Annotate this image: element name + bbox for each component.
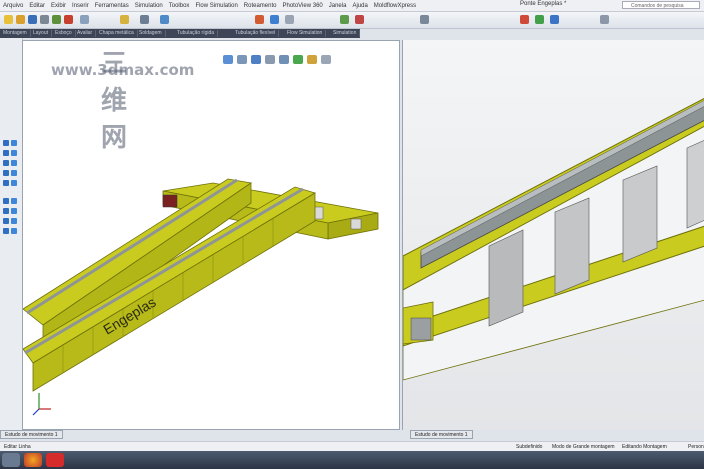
tab-esboco[interactable]: Esboço — [52, 30, 76, 37]
new-icon[interactable] — [4, 15, 13, 24]
tree-item-icon[interactable] — [11, 180, 17, 186]
sketch-icon[interactable] — [255, 15, 264, 24]
tree-item-icon[interactable] — [3, 140, 9, 146]
menu-janela[interactable]: Janela — [326, 3, 350, 9]
search-placeholder: Comandos de pesquisa — [631, 3, 684, 9]
tree-item-icon[interactable] — [3, 180, 9, 186]
search-input[interactable]: Comandos de pesquisa — [622, 1, 700, 9]
menu-bar: Arquivo Editar Exibir Inserir Ferramenta… — [0, 0, 704, 12]
crane-model-iso: Engeplas — [23, 178, 379, 416]
wheel-bracket — [350, 218, 362, 230]
tab-layout[interactable]: Layout — [30, 30, 53, 37]
menu-exibir[interactable]: Exibir — [48, 3, 69, 9]
move-icon[interactable] — [160, 15, 169, 24]
diaphragm — [488, 229, 524, 327]
tab-tubulacao-rigida[interactable]: Tubulação rígida — [174, 30, 219, 37]
options-icon[interactable] — [80, 15, 89, 24]
zoom-icon[interactable] — [420, 15, 429, 24]
motor-block — [162, 194, 178, 208]
diaphragm — [686, 140, 704, 229]
save-icon[interactable] — [28, 15, 37, 24]
tab-chapa-metalica[interactable]: Chapa metálica — [96, 30, 138, 37]
tree-item-icon[interactable] — [3, 150, 9, 156]
tree-item-icon[interactable] — [3, 228, 9, 234]
solidworks-icon[interactable] — [46, 453, 64, 467]
tree-item-icon[interactable] — [11, 150, 17, 156]
measure-icon[interactable] — [340, 15, 349, 24]
mate-icon[interactable] — [140, 15, 149, 24]
right-viewport[interactable] — [402, 40, 704, 430]
tree-item-icon[interactable] — [11, 218, 17, 224]
tab-avaliar[interactable]: Avaliar — [74, 30, 97, 37]
menu-moldflow[interactable]: MoldflowXpress — [371, 3, 419, 9]
tree-item-icon[interactable] — [11, 208, 17, 214]
print-icon[interactable] — [40, 15, 49, 24]
motion-study-tab-right[interactable]: Estudo de movimento 1 — [410, 430, 473, 439]
diaphragm — [554, 197, 590, 295]
command-toolbar — [0, 12, 704, 29]
rail — [24, 187, 304, 355]
tab-montagem[interactable]: Montagem — [0, 30, 31, 37]
tree-item-icon[interactable] — [3, 218, 9, 224]
command-tabs: Montagem Layout Esboço Avaliar Chapa met… — [0, 29, 361, 38]
tree-item-icon[interactable] — [11, 198, 17, 204]
girder-top — [23, 186, 316, 364]
menu-arquivo[interactable]: Arquivo — [0, 3, 26, 9]
section-icon[interactable] — [520, 15, 529, 24]
rebuild-icon[interactable] — [64, 15, 73, 24]
tree-item-icon[interactable] — [3, 198, 9, 204]
diaphragm — [622, 165, 658, 263]
appearance-icon[interactable] — [535, 15, 544, 24]
menu-editar[interactable]: Editar — [26, 3, 48, 9]
tree-item-icon[interactable] — [11, 228, 17, 234]
menu-flow-simulation[interactable]: Flow Simulation — [192, 3, 240, 9]
menu-photoview[interactable]: PhotoView 360 — [279, 3, 325, 9]
render-icon[interactable] — [355, 15, 364, 24]
window-title: Ponte Engeplas * — [520, 1, 567, 7]
left-viewport[interactable]: 三维网 www.3dmax.com Engeplas — [22, 40, 400, 430]
open-icon[interactable] — [16, 15, 25, 24]
scene-icon[interactable] — [550, 15, 559, 24]
tree-item-icon[interactable] — [3, 160, 9, 166]
firefox-icon[interactable] — [24, 453, 42, 467]
feature-manager-panel — [0, 38, 23, 430]
component-icon[interactable] — [120, 15, 129, 24]
menu-toolbox[interactable]: Toolbox — [166, 3, 193, 9]
help-icon[interactable] — [600, 15, 609, 24]
bracket — [410, 317, 432, 341]
view-icon[interactable] — [270, 15, 279, 24]
menu-inserir[interactable]: Inserir — [69, 3, 92, 9]
tab-soldagem[interactable]: Soldagem — [136, 30, 166, 37]
taskbar — [0, 451, 704, 469]
undo-icon[interactable] — [52, 15, 61, 24]
crane-model-detail — [403, 97, 704, 381]
tab-simulation[interactable]: Simulation — [330, 30, 361, 37]
motion-study-tab-left[interactable]: Estudo de movimento 1 — [0, 430, 63, 439]
tab-tubulacao-flexivel[interactable]: Tubulação flexível — [232, 30, 280, 37]
menu-ferramentas[interactable]: Ferramentas — [92, 3, 132, 9]
tree-item-icon[interactable] — [3, 208, 9, 214]
tree-item-icon[interactable] — [3, 170, 9, 176]
menu-ajuda[interactable]: Ajuda — [349, 3, 370, 9]
menu-simulation[interactable]: Simulation — [132, 3, 166, 9]
menu-roteamento[interactable]: Roteamento — [241, 3, 280, 9]
start-icon[interactable] — [2, 453, 20, 467]
tree-item-icon[interactable] — [11, 170, 17, 176]
tab-flow-simulation[interactable]: Flow Simulation — [284, 30, 327, 37]
tree-item-icon[interactable] — [11, 140, 17, 146]
display-icon[interactable] — [285, 15, 294, 24]
tree-item-icon[interactable] — [11, 160, 17, 166]
